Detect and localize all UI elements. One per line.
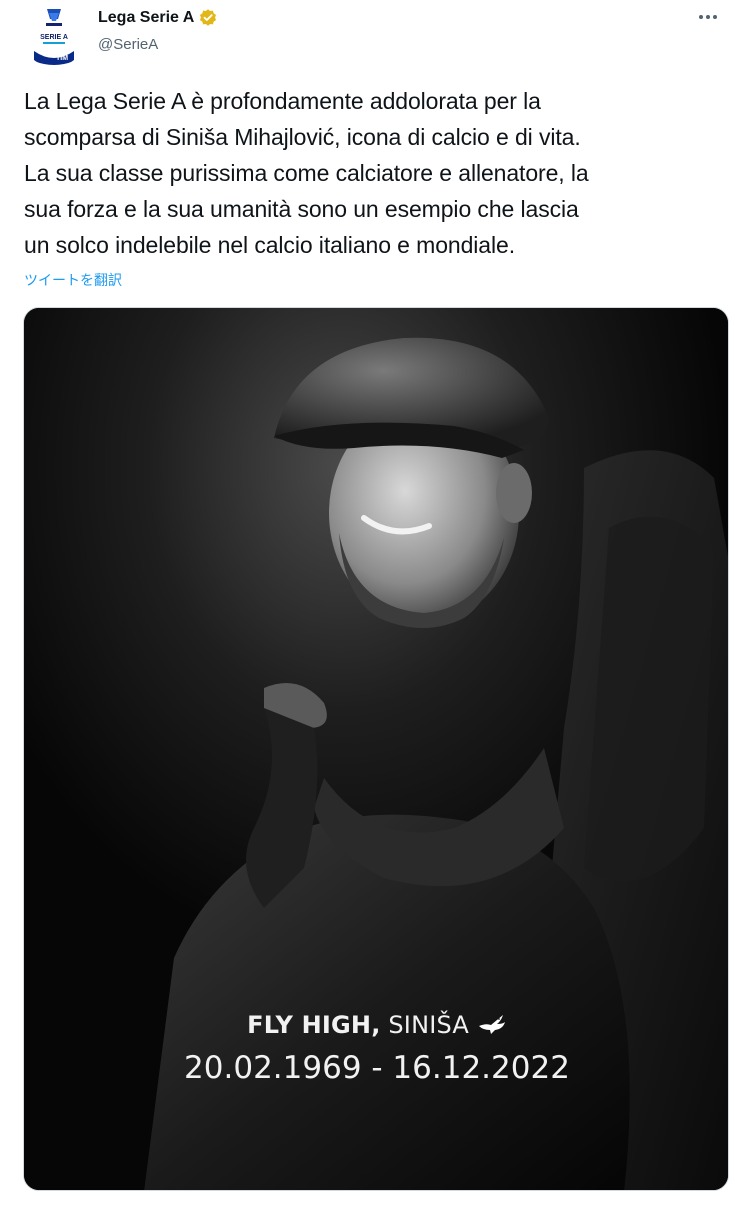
avatar-text-bottom: TIM <box>56 55 68 62</box>
verified-badge-icon <box>198 8 218 28</box>
caption-title-bold: FLY HIGH, <box>247 1011 381 1039</box>
handle[interactable]: @SerieA <box>98 35 218 55</box>
author-block: Lega Serie A @SerieA <box>98 8 218 55</box>
caption-title: FLY HIGH, SINIŠA <box>24 1008 728 1042</box>
translate-tweet-link[interactable]: ツイートを翻訳 <box>24 270 122 290</box>
avatar-text-top: SERIE A <box>40 34 68 41</box>
memorial-caption: FLY HIGH, SINIŠA 20.02.1969 - 16.12.2022 <box>24 1008 728 1088</box>
tweet-text-line: La sua classe purissima come calciatore … <box>24 160 589 186</box>
tweet-text: La Lega Serie A è profondamente addolora… <box>24 83 724 263</box>
tweet-card: SERIE A TIM Lega Serie A @SerieA La Lega… <box>0 0 735 1207</box>
display-name[interactable]: Lega Serie A <box>98 8 194 28</box>
tweet-media-image[interactable]: FLY HIGH, SINIŠA 20.02.1969 - 16.12.2022 <box>23 307 729 1191</box>
more-options-icon[interactable] <box>691 4 725 30</box>
caption-dates: 20.02.1969 - 16.12.2022 <box>184 1050 570 1086</box>
avatar[interactable]: SERIE A TIM <box>22 3 86 67</box>
tweet-text-line: sua forza e la sua umanità sono un esemp… <box>24 196 579 222</box>
caption-title-name: SINIŠA <box>380 1011 470 1039</box>
tweet-text-line: scomparsa di Siniša Mihajlović, icona di… <box>24 124 581 150</box>
serie-a-logo-icon: SERIE A TIM <box>22 3 86 67</box>
tweet-text-line: un solco indelebile nel calcio italiano … <box>24 232 515 258</box>
name-row: Lega Serie A <box>98 8 218 28</box>
tweet-text-line: La Lega Serie A è profondamente addolora… <box>24 88 541 114</box>
dove-icon <box>477 1011 507 1035</box>
